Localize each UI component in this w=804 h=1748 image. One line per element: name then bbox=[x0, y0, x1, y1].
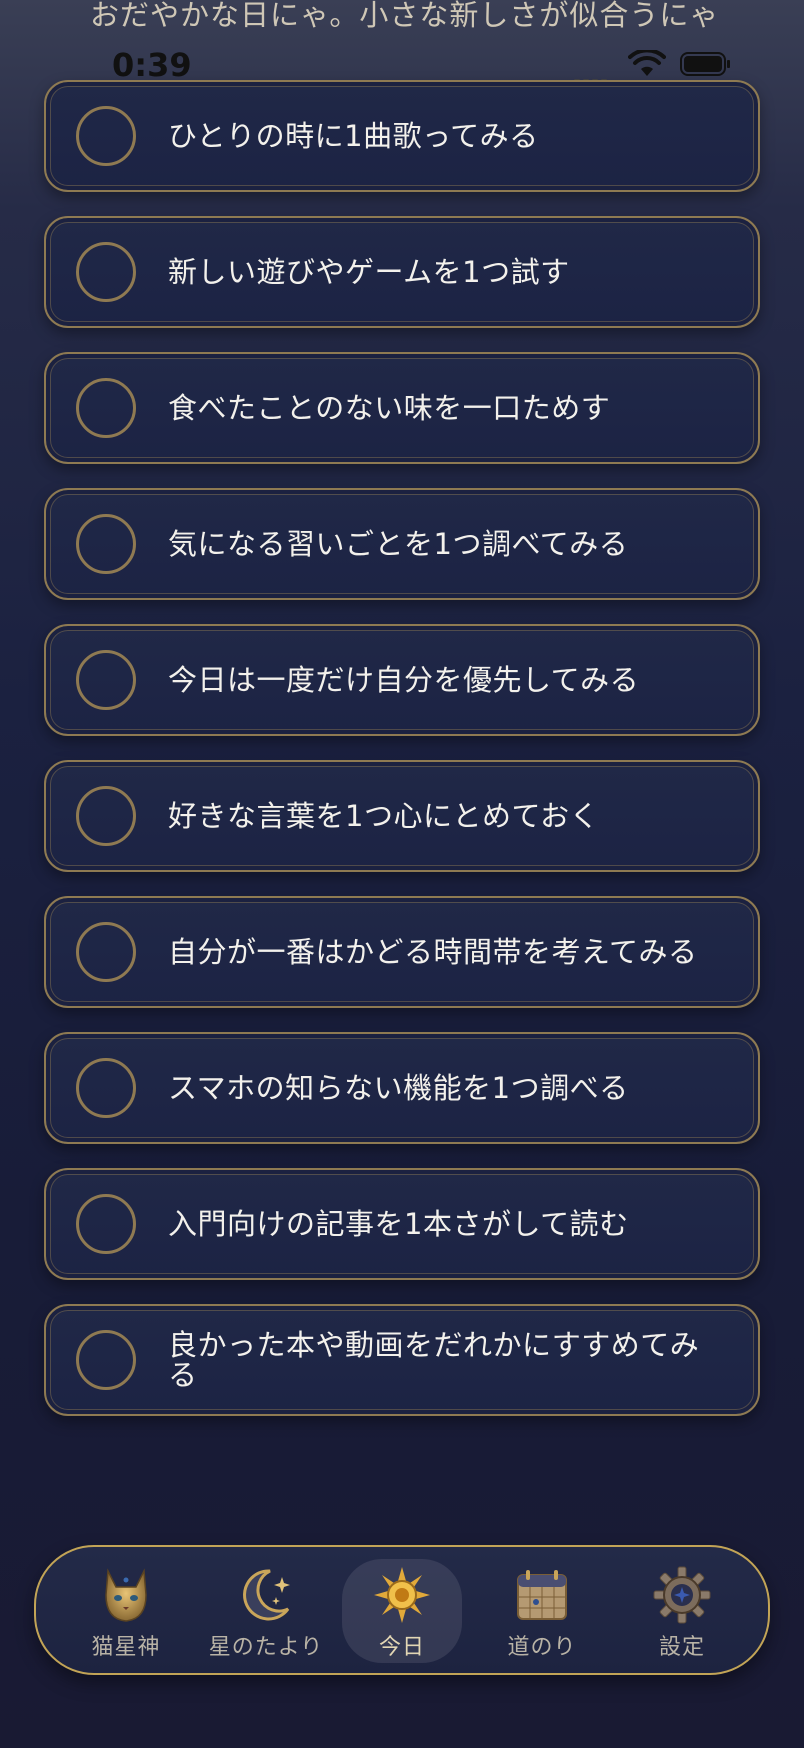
task-checkbox[interactable] bbox=[76, 1058, 136, 1118]
task-checkbox[interactable] bbox=[76, 242, 136, 302]
task-label: 新しい遊びやゲームを1つ試す bbox=[168, 255, 570, 289]
task-checkbox[interactable] bbox=[76, 786, 136, 846]
tab-label: 道のり bbox=[507, 1635, 577, 1660]
tab-star-news[interactable]: 星のたより bbox=[206, 1559, 326, 1663]
battery-icon bbox=[680, 52, 730, 76]
tab-settings[interactable]: 設定 bbox=[622, 1559, 742, 1663]
task-checkbox[interactable] bbox=[76, 1194, 136, 1254]
task-checkbox[interactable] bbox=[76, 1330, 136, 1390]
tab-journey[interactable]: 道のり bbox=[482, 1559, 602, 1663]
tab-bar: 猫星神 星のたより 今日 道のり 設定 bbox=[34, 1545, 770, 1675]
calendar-icon bbox=[517, 1570, 567, 1620]
task-checkbox[interactable] bbox=[76, 922, 136, 982]
task-item[interactable]: 気になる習いごとを1つ調べてみる bbox=[44, 488, 760, 600]
tab-cat-god[interactable]: 猫星神 bbox=[66, 1559, 186, 1663]
task-label: 気になる習いごとを1つ調べてみる bbox=[168, 527, 629, 561]
task-label: 食べたことのない味を一口ためす bbox=[168, 391, 611, 425]
tab-label: 今日 bbox=[378, 1635, 425, 1660]
task-label: ひとりの時に1曲歌ってみる bbox=[168, 119, 539, 153]
task-checkbox[interactable] bbox=[76, 378, 136, 438]
task-item[interactable]: 食べたことのない味を一口ためす bbox=[44, 352, 760, 464]
task-item[interactable]: 良かった本や動画をだれかにすすめてみる bbox=[44, 1304, 760, 1416]
task-item[interactable]: 今日は一度だけ自分を優先してみる bbox=[44, 624, 760, 736]
task-item[interactable]: 自分が一番はかどる時間帯を考えてみる bbox=[44, 896, 760, 1008]
task-checkbox[interactable] bbox=[76, 650, 136, 710]
tab-today[interactable]: 今日 bbox=[342, 1559, 462, 1663]
task-label: スマホの知らない機能を1つ調べる bbox=[168, 1071, 629, 1105]
status-time: 0:39 bbox=[112, 46, 192, 84]
sun-icon bbox=[374, 1567, 430, 1623]
task-label: 入門向けの記事を1本さがして読む bbox=[168, 1207, 629, 1241]
tab-label: 猫星神 bbox=[91, 1635, 161, 1660]
crescent-moon-icon bbox=[243, 1569, 290, 1621]
task-list: ひとりの時に1曲歌ってみる 新しい遊びやゲームを1つ試す 食べたことのない味を一… bbox=[44, 80, 760, 1440]
header-message: おだやかな日にゃ。小さな新しさが似合うにゃ bbox=[90, 0, 720, 32]
task-label: 良かった本や動画をだれかにすすめてみる bbox=[168, 1328, 700, 1392]
task-item[interactable]: 好きな言葉を1つ心にとめておく bbox=[44, 760, 760, 872]
tab-label: 星のたより bbox=[208, 1635, 324, 1660]
task-item[interactable]: ひとりの時に1曲歌ってみる bbox=[44, 80, 760, 192]
task-label: 自分が一番はかどる時間帯を考えてみる bbox=[168, 935, 698, 969]
task-checkbox[interactable] bbox=[76, 514, 136, 574]
wifi-icon bbox=[628, 50, 666, 76]
cat-icon bbox=[105, 1568, 147, 1622]
task-label: 好きな言葉を1つ心にとめておく bbox=[168, 799, 600, 833]
gear-icon bbox=[653, 1566, 711, 1624]
task-item[interactable]: スマホの知らない機能を1つ調べる bbox=[44, 1032, 760, 1144]
task-item[interactable]: 入門向けの記事を1本さがして読む bbox=[44, 1168, 760, 1280]
task-item[interactable]: 新しい遊びやゲームを1つ試す bbox=[44, 216, 760, 328]
task-checkbox[interactable] bbox=[76, 106, 136, 166]
task-label: 今日は一度だけ自分を優先してみる bbox=[168, 663, 640, 697]
tab-label: 設定 bbox=[658, 1635, 705, 1660]
